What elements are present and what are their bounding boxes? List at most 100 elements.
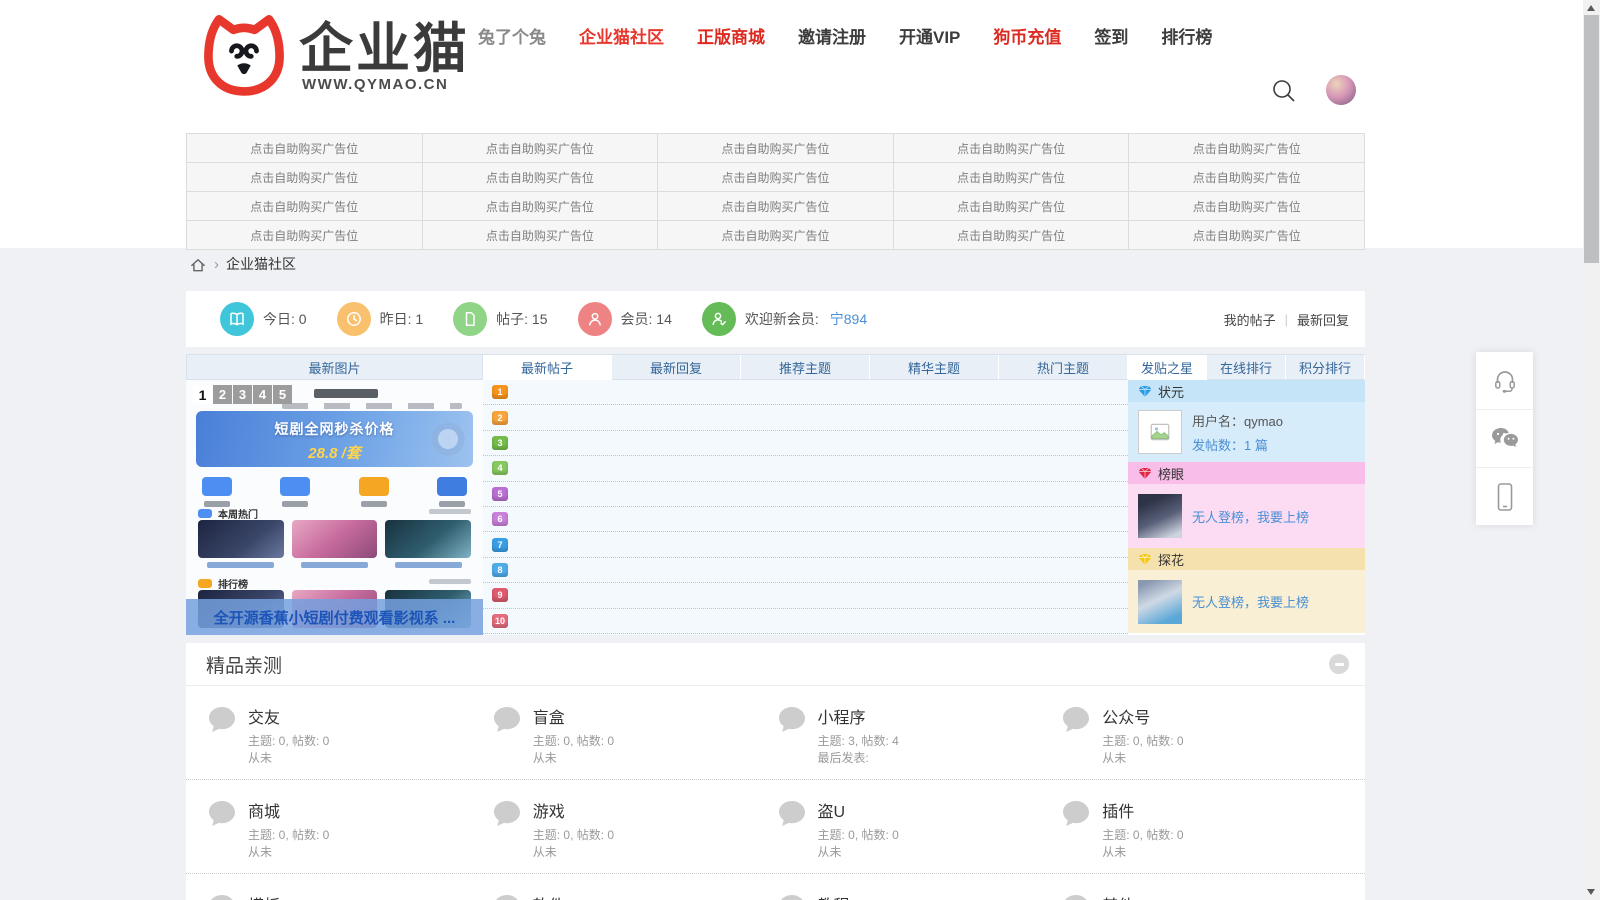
collapse-button[interactable] (1329, 654, 1349, 674)
post-row[interactable]: 6 (483, 507, 1128, 532)
scrollbar-thumb[interactable] (1584, 15, 1599, 263)
ad-slot[interactable]: 点击自助购买广告位 (423, 163, 659, 192)
rank-badge: 10 (492, 614, 508, 628)
ad-slot[interactable]: 点击自助购买广告位 (423, 192, 659, 221)
my-posts-link[interactable]: 我的帖子 (1224, 310, 1276, 329)
nav-item-3[interactable]: 邀请注册 (798, 23, 866, 48)
slider-page-4[interactable]: 4 (253, 385, 272, 404)
ad-slot[interactable]: 点击自助购买广告位 (894, 221, 1130, 250)
ad-slot[interactable]: 点击自助购买广告位 (658, 163, 894, 192)
post-row[interactable]: 1 (483, 380, 1128, 405)
main-panel: 最新图片 1 2 3 4 5 短剧全网秒杀价格 28.8 /套 (186, 354, 1365, 635)
user-check-icon (702, 302, 736, 336)
breadcrumb-current[interactable]: 企业猫社区 (226, 254, 296, 274)
ad-slot[interactable]: 点击自助购买广告位 (894, 192, 1130, 221)
scroll-up-arrow[interactable] (1587, 5, 1595, 11)
site-logo-cat-icon[interactable] (194, 6, 294, 98)
slider-page-2[interactable]: 2 (213, 385, 232, 404)
avatar-placeholder[interactable] (1138, 410, 1182, 454)
claim-rank-link[interactable]: 无人登榜，我要上榜 (1192, 507, 1309, 526)
latest-reply-link[interactable]: 最新回复 (1297, 310, 1349, 329)
newest-member-link[interactable]: 宁894 (830, 309, 867, 329)
post-row[interactable]: 2 (483, 405, 1128, 430)
forum-item-chajian[interactable]: 插件 主题: 0, 帖数: 0 从未 (1060, 796, 1345, 861)
ad-slot[interactable]: 点击自助购买广告位 (187, 163, 423, 192)
forum-item-youxi[interactable]: 游戏 主题: 0, 帖数: 0 从未 (491, 796, 776, 861)
tab-hot[interactable]: 热门主题 (999, 355, 1128, 380)
ranking-tabs: 发贴之星 在线排行 积分排行 (1128, 354, 1365, 380)
ad-slot[interactable]: 点击自助购买广告位 (894, 163, 1130, 192)
home-icon[interactable] (189, 256, 207, 273)
ad-slot[interactable]: 点击自助购买广告位 (658, 134, 894, 163)
forum-item-manghe[interactable]: 盲盒 主题: 0, 帖数: 0 从未 (491, 702, 776, 767)
tab-recommended[interactable]: 推荐主题 (741, 355, 870, 380)
post-row[interactable]: 4 (483, 456, 1128, 481)
post-row[interactable]: 5 (483, 482, 1128, 507)
user-avatar[interactable] (1326, 75, 1356, 105)
nav-item-5[interactable]: 狗币充值 (993, 23, 1061, 48)
post-row[interactable]: 8 (483, 558, 1128, 583)
post-row[interactable]: 3 (483, 431, 1128, 456)
ad-slot[interactable]: 点击自助购买广告位 (894, 134, 1130, 163)
tab-online-rank[interactable]: 在线排行 (1207, 355, 1286, 380)
avatar[interactable] (1138, 494, 1182, 538)
scroll-down-arrow[interactable] (1587, 889, 1595, 895)
forum-item-jiaoyou[interactable]: 交友 主题: 0, 帖数: 0 从未 (206, 702, 491, 767)
tab-latest-posts[interactable]: 最新帖子 (483, 355, 612, 380)
nav-item-2[interactable]: 正版商城 (697, 23, 765, 48)
claim-rank-link[interactable]: 无人登榜，我要上榜 (1192, 592, 1309, 611)
forum-item-jiaocheng[interactable]: 教程 主题: 0, 帖数: 0 从未 (776, 890, 1061, 900)
ad-slot[interactable]: 点击自助购买广告位 (187, 134, 423, 163)
nav-item-7[interactable]: 排行榜 (1161, 23, 1212, 48)
forum-section-title[interactable]: 精品亲测 (206, 651, 282, 678)
slide-caption[interactable]: 全开源香蕉小短剧付费观看影视系 ... (186, 599, 483, 635)
slide-app-button (359, 477, 389, 507)
rank-postcount-link[interactable]: 发帖数：1 篇 (1192, 435, 1268, 454)
forum-item-daou[interactable]: 盗U 主题: 0, 帖数: 0 从未 (776, 796, 1061, 861)
forum-item-shangcheng[interactable]: 商城 主题: 0, 帖数: 0 从未 (206, 796, 491, 861)
nav-item-4[interactable]: 开通VIP (899, 23, 960, 48)
slider-page-5[interactable]: 5 (273, 385, 292, 404)
tab-digest[interactable]: 精华主题 (870, 355, 999, 380)
ad-slot[interactable]: 点击自助购买广告位 (1129, 192, 1365, 221)
ad-slot[interactable]: 点击自助购买广告位 (658, 192, 894, 221)
ad-slot[interactable]: 点击自助购买广告位 (658, 221, 894, 250)
nav-item-6[interactable]: 签到 (1094, 23, 1128, 48)
slider-page-3[interactable]: 3 (233, 385, 252, 404)
latest-images-title: 最新图片 (186, 354, 483, 380)
tab-latest-replies[interactable]: 最新回复 (612, 355, 741, 380)
tab-post-star[interactable]: 发贴之星 (1128, 355, 1207, 380)
nav-item-0[interactable]: 兔了个兔 (478, 23, 546, 48)
forum-item-ruanjian[interactable]: 软件 主题: 0, 帖数: 0 从未 (491, 890, 776, 900)
forum-item-qita[interactable]: 其他 主题: 0, 帖数: 0 从未 (1060, 890, 1345, 900)
slider-page-1[interactable]: 1 (193, 385, 212, 404)
image-slider[interactable]: 1 2 3 4 5 短剧全网秒杀价格 28.8 /套 (186, 380, 483, 635)
ad-slot[interactable]: 点击自助购买广告位 (1129, 134, 1365, 163)
forum-item-muban[interactable]: 模板 主题: 0, 帖数: 0 从未 (206, 890, 491, 900)
stat-yesterday: 昨日: 1 (337, 302, 424, 336)
forum-item-xiaochengxu[interactable]: 小程序 主题: 3, 帖数: 4 最后发表: (776, 702, 1061, 767)
avatar[interactable] (1138, 580, 1182, 624)
ad-slot[interactable]: 点击自助购买广告位 (423, 134, 659, 163)
ad-slot[interactable]: 点击自助购买广告位 (187, 221, 423, 250)
forum-item-gongzhonghao[interactable]: 公众号 主题: 0, 帖数: 0 从未 (1060, 702, 1345, 767)
wechat-button[interactable] (1476, 410, 1533, 468)
nav-item-1[interactable]: 企业猫社区 (579, 23, 664, 48)
scrollbar[interactable] (1583, 0, 1600, 900)
post-row[interactable]: 10 (483, 609, 1128, 634)
ad-slot[interactable]: 点击自助购买广告位 (1129, 221, 1365, 250)
rank-username[interactable]: 用户名：qymao (1192, 411, 1283, 430)
post-row[interactable]: 9 (483, 583, 1128, 608)
rank-title: 榜眼 (1158, 464, 1184, 483)
customer-service-button[interactable] (1476, 352, 1533, 410)
mobile-button[interactable] (1476, 468, 1533, 525)
search-icon[interactable] (1270, 77, 1298, 105)
post-list: 1 2 3 4 5 6 7 8 9 10 (483, 380, 1128, 635)
breadcrumb: › 企业猫社区 (189, 254, 296, 274)
ad-slot[interactable]: 点击自助购买广告位 (187, 192, 423, 221)
post-row[interactable]: 7 (483, 532, 1128, 557)
tab-credit-rank[interactable]: 积分排行 (1286, 355, 1365, 380)
ad-slot[interactable]: 点击自助购买广告位 (423, 221, 659, 250)
ad-slot[interactable]: 点击自助购买广告位 (1129, 163, 1365, 192)
slide-banner: 短剧全网秒杀价格 28.8 /套 (196, 411, 473, 467)
